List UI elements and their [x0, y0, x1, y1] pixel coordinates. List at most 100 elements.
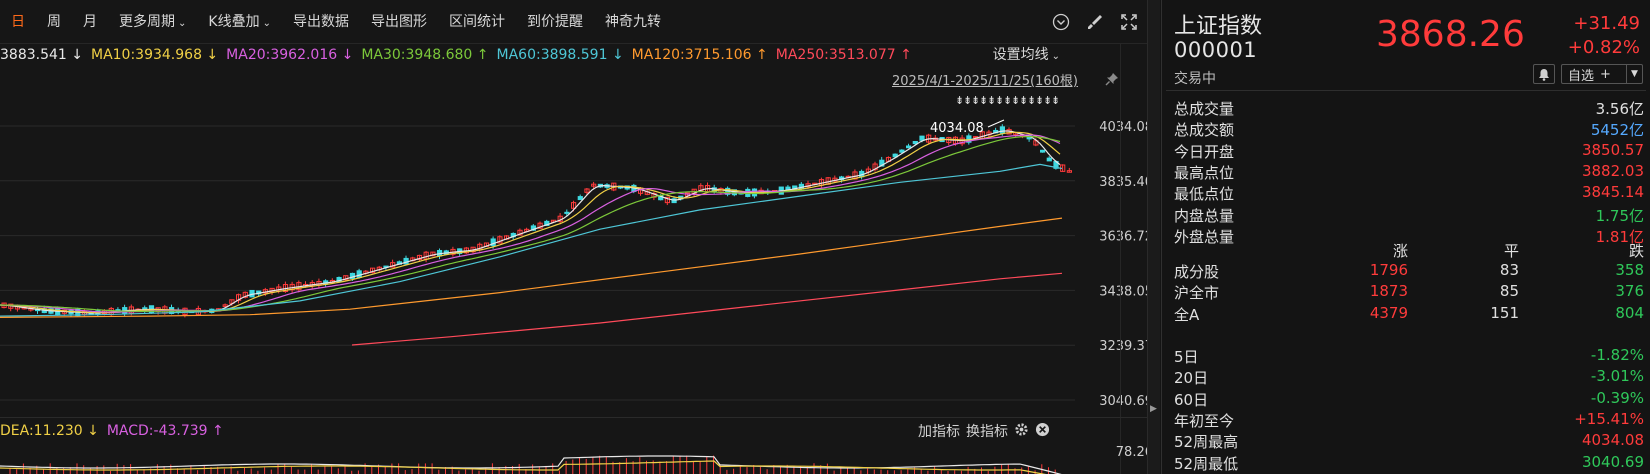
quote-divider — [1166, 90, 1646, 91]
breadth-down-count: 376 — [1615, 282, 1644, 301]
period-label: 60日 — [1174, 390, 1209, 409]
y-axis-label: 3636.72 — [1099, 230, 1153, 245]
period-return-row: 52周最高 4034.08 — [1174, 431, 1644, 453]
ma250-value: MA250:3513.077 ↑ — [775, 47, 912, 63]
breadth-up-count: 4379 — [1369, 303, 1408, 322]
y-axis-label: 4034.08 — [1099, 120, 1153, 135]
ma120-value: MA120:3715.106 ↑ — [631, 47, 768, 63]
range-stats-button[interactable]: 区间统计 — [438, 0, 516, 44]
breadth-up-header: 涨 — [1392, 242, 1408, 260]
period-value: 4034.08 — [1581, 431, 1644, 450]
breadth-down-count: 804 — [1615, 303, 1644, 322]
candle-body — [919, 135, 925, 141]
candle-body — [999, 126, 1005, 134]
period-monthly-tab[interactable]: 月 — [72, 0, 108, 44]
ma-settings-menu[interactable]: 设置均线 ⌄ — [993, 44, 1060, 66]
toolbar-right-icons — [1052, 0, 1160, 44]
ma10-value: MA10:3934.968 ↓ — [90, 47, 219, 63]
y-axis-label: 3040.69 — [1099, 394, 1153, 409]
index-code: 000001 — [1174, 38, 1258, 62]
close-icon[interactable] — [1035, 422, 1050, 441]
candle-body — [564, 211, 570, 214]
fullscreen-icon[interactable] — [1120, 13, 1138, 31]
ma60-value: MA60:3898.591 ↓ — [496, 47, 624, 63]
app-root: 日 周 月 更多周期 ⌄ K线叠加 ⌄ 导出数据 导出图形 区间统计 到价提醒 神奇… — [0, 0, 1650, 474]
collapse-circle-icon[interactable] — [1052, 13, 1070, 31]
watchlist-dropdown-icon[interactable]: ▼ — [1626, 65, 1642, 83]
axis-divider — [1120, 44, 1121, 474]
period-return-row: 20日 -3.01% — [1174, 367, 1644, 389]
ma20-line — [0, 134, 1061, 313]
draw-brush-icon[interactable] — [1086, 13, 1104, 31]
period-return-row: 年初至今 +15.41% — [1174, 410, 1644, 432]
y-axis-label: 3835.40 — [1099, 175, 1153, 190]
macd-chart[interactable]: 78.26 — [0, 442, 1160, 474]
breadth-row: 全A 4379 151 804 — [1174, 304, 1644, 326]
stat-row: 内盘总量 1.75亿 — [1174, 205, 1644, 227]
macd-tools: 加指标 换指标 — [918, 420, 1050, 442]
date-range-label[interactable]: 2025/4/1-2025/11/25(160根) — [892, 70, 1078, 89]
stat-row: 总成交额 5452亿 — [1174, 119, 1644, 141]
stat-label: 最高点位 — [1174, 163, 1235, 182]
kline-overlay-menu[interactable]: K线叠加 ⌄ — [197, 0, 282, 44]
macd-dif-line — [0, 455, 1062, 474]
period-label: 52周最低 — [1174, 454, 1239, 473]
chevron-down-icon: ⌄ — [1051, 51, 1060, 62]
chevron-down-icon: ⌄ — [262, 17, 271, 29]
chart-toolbar: 日 周 月 更多周期 ⌄ K线叠加 ⌄ 导出数据 导出图形 区间统计 到价提醒 神奇… — [0, 0, 1160, 44]
breadth-label: 沪全市 — [1174, 284, 1220, 303]
stat-value: 3845.14 — [1581, 183, 1644, 202]
gear-icon[interactable] — [1014, 422, 1029, 441]
pin-icon[interactable] — [1105, 71, 1119, 90]
stat-value: 3850.57 — [1581, 140, 1644, 159]
macd-dea-value: DEA:11.230 ↓ — [0, 423, 99, 439]
watchlist-plus: + — [1600, 66, 1611, 82]
stat-row: 最高点位 3882.03 — [1174, 162, 1644, 184]
price-change: +31.49 — [1573, 13, 1640, 34]
stat-label: 今日开盘 — [1174, 142, 1235, 161]
alert-bell-button[interactable] — [1533, 64, 1555, 84]
stat-label: 总成交额 — [1174, 121, 1235, 140]
ma10-line — [0, 131, 1061, 314]
period-value: 3040.69 — [1581, 452, 1644, 471]
ma250-line — [351, 272, 1063, 346]
add-watchlist-button[interactable]: 自选 + ▼ — [1561, 64, 1643, 84]
stat-label: 最低点位 — [1174, 185, 1235, 204]
period-weekly-tab[interactable]: 周 — [36, 0, 72, 44]
bell-icon — [1539, 68, 1549, 81]
breadth-label: 全A — [1174, 305, 1200, 324]
kline-overlay-label: K线叠加 — [208, 13, 260, 30]
stat-row: 今日开盘 3850.57 — [1174, 141, 1644, 163]
more-periods-menu[interactable]: 更多周期 ⌄ — [108, 0, 197, 44]
export-data-button[interactable]: 导出数据 — [282, 0, 360, 44]
candle-body — [912, 140, 918, 145]
add-indicator-button[interactable]: 加指标 — [918, 421, 960, 441]
ma5-value: 3883.541 ↓ — [0, 47, 83, 63]
chevron-down-icon: ⌄ — [178, 17, 187, 29]
stat-value: 5452亿 — [1590, 121, 1644, 140]
export-image-button[interactable]: 导出图形 — [360, 0, 438, 44]
breadth-header: 涨 平 跌 — [1174, 240, 1644, 262]
breadth-row: 成分股 1796 83 358 — [1174, 261, 1644, 283]
price-alert-button[interactable]: 到价提醒 — [516, 0, 594, 44]
breadth-flat-count: 83 — [1499, 261, 1519, 279]
magic-nine-button[interactable]: 神奇九转 — [594, 0, 672, 44]
period-daily-tab[interactable]: 日 — [0, 0, 36, 44]
kline-candlestick-chart[interactable]: 4034.08 3835.40 3636.72 3438.05 3239.37 3040.… — [0, 92, 1160, 417]
breadth-row: 沪全市 1873 85 376 — [1174, 282, 1644, 304]
breadth-down-count: 358 — [1615, 261, 1644, 279]
candle-body — [1040, 149, 1046, 153]
kline-chart-panel: 日 周 月 更多周期 ⌄ K线叠加 ⌄ 导出数据 导出图形 区间统计 到价提醒 神奇… — [0, 0, 1160, 474]
panel-separator — [0, 417, 1160, 418]
quote-panel: 上证指数 000001 3868.26 +31.49 +0.82% 交易中 自选… — [1161, 0, 1650, 474]
period-label: 年初至今 — [1174, 411, 1235, 430]
ma-legend: 3883.541 ↓ MA10:3934.968 ↓ MA20:3962.016… — [0, 44, 1160, 66]
collapse-sidebar-handle[interactable]: ▶ — [1147, 0, 1160, 474]
macd-value: MACD:-43.739 ↑ — [106, 423, 224, 439]
breadth-up-count: 1796 — [1369, 261, 1408, 279]
switch-indicator-button[interactable]: 换指标 — [966, 421, 1008, 441]
ma-settings-label: 设置均线 — [992, 47, 1049, 63]
index-name: 上证指数 — [1174, 14, 1263, 39]
period-label: 20日 — [1174, 369, 1209, 388]
candle-body — [899, 149, 905, 153]
